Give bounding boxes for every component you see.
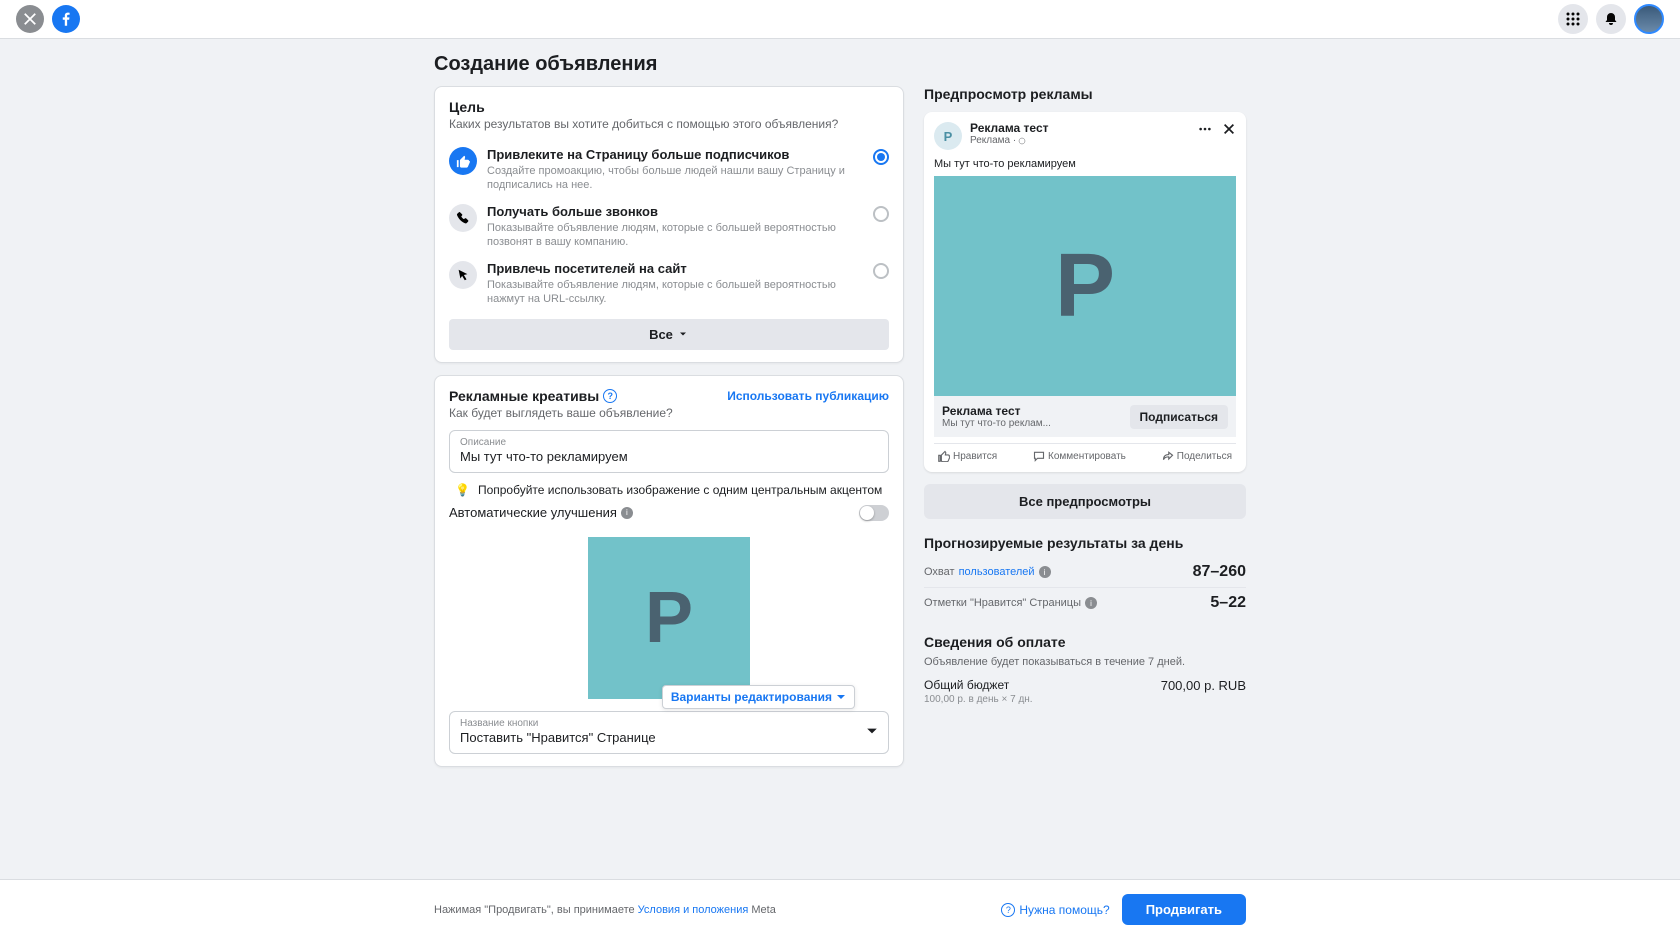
goal-card: Цель Каких результатов вы хотите добитьс… xyxy=(434,86,904,363)
goal-label: Привлечь посетителей на сайт xyxy=(487,261,863,277)
btn-label-value: Поставить "Нравится" Странице xyxy=(460,730,656,745)
globe-icon xyxy=(1018,137,1026,145)
preview-title: Предпросмотр рекламы xyxy=(924,86,1246,102)
desc-label: Описание xyxy=(460,437,878,448)
auto-improve-toggle[interactable] xyxy=(859,505,889,521)
goal-subtitle: Каких результатов вы хотите добиться с п… xyxy=(449,117,889,131)
notifications-button[interactable] xyxy=(1596,4,1626,34)
use-publication-link[interactable]: Использовать публикацию xyxy=(727,389,889,403)
caret-down-icon xyxy=(836,692,846,702)
placeholder-letter: Р xyxy=(645,577,693,659)
info-icon[interactable]: i xyxy=(1085,597,1097,609)
top-header xyxy=(0,0,1680,39)
goal-option-followers[interactable]: Привлеките на Страницу больше подписчико… xyxy=(449,141,889,198)
btn-label-label: Название кнопки xyxy=(460,718,656,729)
sponsored-label: Реклама · xyxy=(970,135,1049,146)
facebook-logo[interactable] xyxy=(52,5,80,33)
creative-card: Рекламные креативы ? Использовать публик… xyxy=(434,375,904,767)
close-icon xyxy=(23,12,37,26)
caret-down-icon xyxy=(866,725,878,737)
close-preview-button[interactable] xyxy=(1222,122,1236,139)
tip-row: 💡 Попробуйте использовать изображение с … xyxy=(449,473,889,499)
description-field[interactable]: Описание Мы тут что-то рекламируем xyxy=(449,430,889,473)
edit-variants-label: Варианты редактирования xyxy=(671,690,832,704)
goal-option-calls[interactable]: Получать больше звонков Показывайте объя… xyxy=(449,198,889,255)
goal-label: Получать больше звонков xyxy=(487,204,863,220)
right-column: Предпросмотр рекламы Р Реклама тест Рекл… xyxy=(924,86,1246,705)
all-goals-button[interactable]: Все xyxy=(449,319,889,350)
goal-desc: Показывайте объявление людям, которые с … xyxy=(487,278,863,307)
like-icon xyxy=(449,147,477,175)
radio-unselected[interactable] xyxy=(873,206,889,222)
reach-label: Охват xyxy=(924,566,955,578)
info-icon[interactable]: i xyxy=(1039,566,1051,578)
page-name: Реклама тест xyxy=(970,122,1049,135)
edit-variants-button[interactable]: Варианты редактирования xyxy=(662,685,855,709)
bell-icon xyxy=(1603,11,1619,27)
cursor-icon xyxy=(449,261,477,289)
like-action[interactable]: Нравится xyxy=(938,450,997,462)
ad-image: Р xyxy=(934,176,1236,396)
all-previews-button[interactable]: Все предпросмотры xyxy=(924,484,1246,519)
more-button[interactable] xyxy=(1198,122,1212,139)
grid-icon xyxy=(1565,11,1581,27)
info-icon[interactable]: i xyxy=(621,507,633,519)
page-title: Создание объявления xyxy=(434,39,1246,86)
info-icon[interactable]: ? xyxy=(603,389,617,403)
radio-unselected[interactable] xyxy=(873,263,889,279)
likes-value: 5–22 xyxy=(1210,594,1246,612)
subscribe-button[interactable]: Подписаться xyxy=(1130,405,1228,429)
payment-sub: Объявление будет показываться в течение … xyxy=(924,656,1246,668)
reach-link[interactable]: пользователей xyxy=(959,566,1035,578)
ad-preview: Р Реклама тест Реклама · Мы тут что-то р… xyxy=(924,112,1246,472)
forecast-title: Прогнозируемые результаты за день xyxy=(924,535,1246,551)
goal-desc: Показывайте объявление людям, которые с … xyxy=(487,221,863,250)
bulb-icon: 💡 xyxy=(455,483,470,497)
budget-sub: 100,00 р. в день × 7 дн. xyxy=(924,694,1033,705)
auto-improve-row: Автоматические улучшения i xyxy=(449,499,889,531)
phone-icon xyxy=(449,204,477,232)
share-icon xyxy=(1162,450,1174,462)
help-link[interactable]: ?Нужна помощь? xyxy=(1001,903,1109,917)
reach-value: 87–260 xyxy=(1193,563,1246,581)
bar-sub: Мы тут что-то реклам... xyxy=(942,418,1051,429)
all-label: Все xyxy=(649,327,673,342)
page-logo: Р xyxy=(934,122,962,150)
goal-desc: Создайте промоакцию, чтобы больше людей … xyxy=(487,164,863,193)
tip-text: Попробуйте использовать изображение с од… xyxy=(478,483,882,497)
left-column: Цель Каких результатов вы хотите добитьс… xyxy=(434,86,904,779)
auto-label: Автоматические улучшения xyxy=(449,505,617,520)
ad-body: Мы тут что-то рекламируем xyxy=(934,158,1236,170)
terms-text: Нажимая "Продвигать", вы принимаете Усло… xyxy=(434,904,776,916)
goal-label: Привлеките на Страницу больше подписчико… xyxy=(487,147,863,163)
goal-option-website[interactable]: Привлечь посетителей на сайт Показывайте… xyxy=(449,255,889,312)
comment-icon xyxy=(1033,450,1045,462)
bar-title: Реклама тест xyxy=(942,404,1051,418)
close-button[interactable] xyxy=(16,5,44,33)
comment-action[interactable]: Комментировать xyxy=(1033,450,1126,462)
like-icon xyxy=(938,450,950,462)
payment-title: Сведения об оплате xyxy=(924,634,1246,650)
radio-selected[interactable] xyxy=(873,149,889,165)
likes-label: Отметки "Нравится" Страницы xyxy=(924,597,1081,609)
apps-button[interactable] xyxy=(1558,4,1588,34)
profile-avatar[interactable] xyxy=(1634,4,1664,34)
budget-value: 700,00 р. RUB xyxy=(1161,678,1246,693)
terms-link[interactable]: Условия и положения xyxy=(638,904,749,916)
button-name-field[interactable]: Название кнопки Поставить "Нравится" Стр… xyxy=(449,711,889,754)
creative-title: Рекламные креативы xyxy=(449,388,599,404)
budget-label: Общий бюджет xyxy=(924,678,1033,692)
creative-image[interactable]: Р Варианты редактирования xyxy=(588,537,750,699)
desc-value: Мы тут что-то рекламируем xyxy=(460,449,878,464)
question-icon: ? xyxy=(1001,903,1015,917)
facebook-icon xyxy=(57,10,75,28)
goal-title: Цель xyxy=(449,99,889,115)
share-action[interactable]: Поделиться xyxy=(1162,450,1232,462)
chevron-down-icon xyxy=(677,328,689,340)
creative-subtitle: Как будет выглядеть ваше объявление? xyxy=(449,406,889,420)
footer: Нажимая "Продвигать", вы принимаете Усло… xyxy=(0,879,1680,939)
promote-button[interactable]: Продвигать xyxy=(1122,894,1246,925)
